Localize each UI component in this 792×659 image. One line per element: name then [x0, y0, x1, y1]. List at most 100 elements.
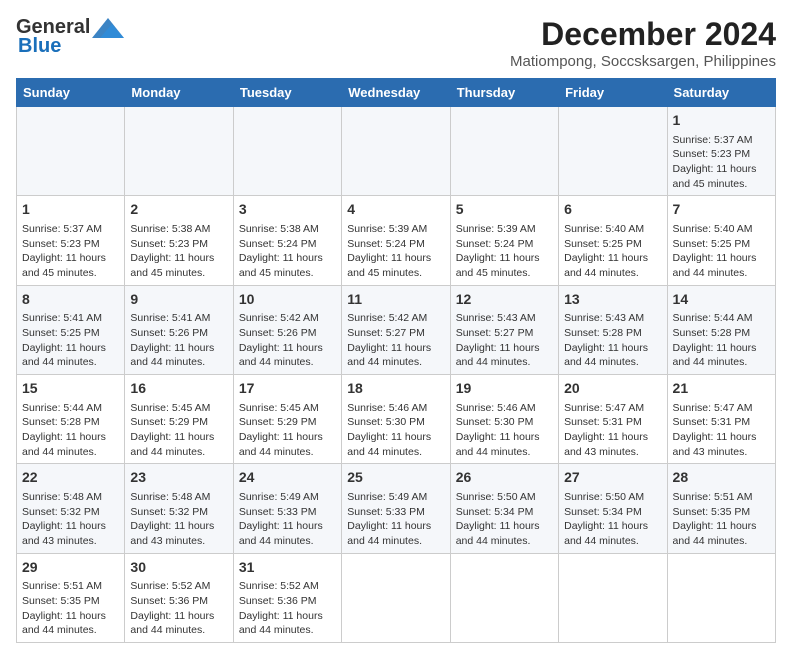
- day-number: 4: [347, 200, 444, 220]
- day-number: 2: [130, 200, 227, 220]
- day-number: 30: [130, 558, 227, 578]
- day-info: Sunrise: 5:52 AM Sunset: 5:36 PM Dayligh…: [239, 579, 336, 638]
- day-number: 25: [347, 468, 444, 488]
- day-info: Sunrise: 5:45 AM Sunset: 5:29 PM Dayligh…: [130, 401, 227, 460]
- day-number: 29: [22, 558, 119, 578]
- day-info: Sunrise: 5:42 AM Sunset: 5:27 PM Dayligh…: [347, 311, 444, 370]
- day-number: 7: [673, 200, 770, 220]
- day-info: Sunrise: 5:49 AM Sunset: 5:33 PM Dayligh…: [347, 490, 444, 549]
- day-number: 28: [673, 468, 770, 488]
- calendar-cell: 26Sunrise: 5:50 AM Sunset: 5:34 PM Dayli…: [450, 464, 558, 553]
- calendar-cell: 9Sunrise: 5:41 AM Sunset: 5:26 PM Daylig…: [125, 285, 233, 374]
- calendar-cell: 11Sunrise: 5:42 AM Sunset: 5:27 PM Dayli…: [342, 285, 450, 374]
- header-sunday: Sunday: [17, 79, 125, 107]
- day-info: Sunrise: 5:49 AM Sunset: 5:33 PM Dayligh…: [239, 490, 336, 549]
- day-number: 22: [22, 468, 119, 488]
- day-info: Sunrise: 5:48 AM Sunset: 5:32 PM Dayligh…: [22, 490, 119, 549]
- calendar-cell: 16Sunrise: 5:45 AM Sunset: 5:29 PM Dayli…: [125, 375, 233, 464]
- day-number: 24: [239, 468, 336, 488]
- calendar-week-1: 1Sunrise: 5:37 AM Sunset: 5:23 PM Daylig…: [17, 107, 776, 196]
- calendar-cell: [450, 553, 558, 642]
- calendar-cell: 15Sunrise: 5:44 AM Sunset: 5:28 PM Dayli…: [17, 375, 125, 464]
- logo-icon: [92, 18, 124, 38]
- day-number: 21: [673, 379, 770, 399]
- calendar-cell: 22Sunrise: 5:48 AM Sunset: 5:32 PM Dayli…: [17, 464, 125, 553]
- day-info: Sunrise: 5:37 AM Sunset: 5:23 PM Dayligh…: [673, 133, 770, 192]
- calendar-cell: 1Sunrise: 5:37 AM Sunset: 5:23 PM Daylig…: [667, 107, 775, 196]
- calendar-cell: 13Sunrise: 5:43 AM Sunset: 5:28 PM Dayli…: [559, 285, 667, 374]
- day-number: 5: [456, 200, 553, 220]
- day-number: 12: [456, 290, 553, 310]
- calendar-cell: [17, 107, 125, 196]
- day-number: 26: [456, 468, 553, 488]
- day-number: 8: [22, 290, 119, 310]
- day-info: Sunrise: 5:42 AM Sunset: 5:26 PM Dayligh…: [239, 311, 336, 370]
- calendar-cell: 24Sunrise: 5:49 AM Sunset: 5:33 PM Dayli…: [233, 464, 341, 553]
- calendar-cell: 6Sunrise: 5:40 AM Sunset: 5:25 PM Daylig…: [559, 196, 667, 285]
- calendar-cell: [233, 107, 341, 196]
- calendar-cell: 3Sunrise: 5:38 AM Sunset: 5:24 PM Daylig…: [233, 196, 341, 285]
- day-number: 13: [564, 290, 661, 310]
- header-thursday: Thursday: [450, 79, 558, 107]
- header-wednesday: Wednesday: [342, 79, 450, 107]
- calendar-cell: 4Sunrise: 5:39 AM Sunset: 5:24 PM Daylig…: [342, 196, 450, 285]
- header-saturday: Saturday: [667, 79, 775, 107]
- day-info: Sunrise: 5:43 AM Sunset: 5:28 PM Dayligh…: [564, 311, 661, 370]
- day-info: Sunrise: 5:41 AM Sunset: 5:26 PM Dayligh…: [130, 311, 227, 370]
- calendar-cell: 30Sunrise: 5:52 AM Sunset: 5:36 PM Dayli…: [125, 553, 233, 642]
- day-info: Sunrise: 5:47 AM Sunset: 5:31 PM Dayligh…: [564, 401, 661, 460]
- day-info: Sunrise: 5:40 AM Sunset: 5:25 PM Dayligh…: [673, 222, 770, 281]
- day-info: Sunrise: 5:37 AM Sunset: 5:23 PM Dayligh…: [22, 222, 119, 281]
- page-title: December 2024: [510, 16, 776, 53]
- day-number: 10: [239, 290, 336, 310]
- calendar-cell: 31Sunrise: 5:52 AM Sunset: 5:36 PM Dayli…: [233, 553, 341, 642]
- calendar-week-6: 29Sunrise: 5:51 AM Sunset: 5:35 PM Dayli…: [17, 553, 776, 642]
- day-info: Sunrise: 5:52 AM Sunset: 5:36 PM Dayligh…: [130, 579, 227, 638]
- calendar-cell: 2Sunrise: 5:38 AM Sunset: 5:23 PM Daylig…: [125, 196, 233, 285]
- logo: General Blue: [16, 16, 124, 58]
- day-info: Sunrise: 5:50 AM Sunset: 5:34 PM Dayligh…: [456, 490, 553, 549]
- day-number: 27: [564, 468, 661, 488]
- calendar-cell: 29Sunrise: 5:51 AM Sunset: 5:35 PM Dayli…: [17, 553, 125, 642]
- day-number: 17: [239, 379, 336, 399]
- day-info: Sunrise: 5:44 AM Sunset: 5:28 PM Dayligh…: [673, 311, 770, 370]
- day-number: 18: [347, 379, 444, 399]
- page-subtitle: Matiompong, Soccsksargen, Philippines: [510, 53, 776, 70]
- day-info: Sunrise: 5:38 AM Sunset: 5:23 PM Dayligh…: [130, 222, 227, 281]
- calendar-cell: [667, 553, 775, 642]
- day-info: Sunrise: 5:51 AM Sunset: 5:35 PM Dayligh…: [22, 579, 119, 638]
- day-info: Sunrise: 5:44 AM Sunset: 5:28 PM Dayligh…: [22, 401, 119, 460]
- day-info: Sunrise: 5:39 AM Sunset: 5:24 PM Dayligh…: [456, 222, 553, 281]
- calendar-week-4: 15Sunrise: 5:44 AM Sunset: 5:28 PM Dayli…: [17, 375, 776, 464]
- calendar-cell: 8Sunrise: 5:41 AM Sunset: 5:25 PM Daylig…: [17, 285, 125, 374]
- day-number: 31: [239, 558, 336, 578]
- calendar-cell: [342, 107, 450, 196]
- day-number: 19: [456, 379, 553, 399]
- day-info: Sunrise: 5:46 AM Sunset: 5:30 PM Dayligh…: [456, 401, 553, 460]
- day-number: 3: [239, 200, 336, 220]
- calendar-cell: 10Sunrise: 5:42 AM Sunset: 5:26 PM Dayli…: [233, 285, 341, 374]
- calendar-cell: [559, 553, 667, 642]
- calendar-week-2: 1Sunrise: 5:37 AM Sunset: 5:23 PM Daylig…: [17, 196, 776, 285]
- day-info: Sunrise: 5:46 AM Sunset: 5:30 PM Dayligh…: [347, 401, 444, 460]
- calendar-cell: 14Sunrise: 5:44 AM Sunset: 5:28 PM Dayli…: [667, 285, 775, 374]
- day-number: 1: [22, 200, 119, 220]
- day-info: Sunrise: 5:47 AM Sunset: 5:31 PM Dayligh…: [673, 401, 770, 460]
- calendar-cell: 20Sunrise: 5:47 AM Sunset: 5:31 PM Dayli…: [559, 375, 667, 464]
- calendar-cell: 7Sunrise: 5:40 AM Sunset: 5:25 PM Daylig…: [667, 196, 775, 285]
- day-info: Sunrise: 5:50 AM Sunset: 5:34 PM Dayligh…: [564, 490, 661, 549]
- day-number: 14: [673, 290, 770, 310]
- calendar-cell: 25Sunrise: 5:49 AM Sunset: 5:33 PM Dayli…: [342, 464, 450, 553]
- day-info: Sunrise: 5:38 AM Sunset: 5:24 PM Dayligh…: [239, 222, 336, 281]
- calendar-cell: 5Sunrise: 5:39 AM Sunset: 5:24 PM Daylig…: [450, 196, 558, 285]
- logo-blue: Blue: [18, 35, 61, 58]
- day-info: Sunrise: 5:40 AM Sunset: 5:25 PM Dayligh…: [564, 222, 661, 281]
- day-number: 1: [673, 111, 770, 131]
- calendar-table: SundayMondayTuesdayWednesdayThursdayFrid…: [16, 78, 776, 643]
- calendar-cell: 19Sunrise: 5:46 AM Sunset: 5:30 PM Dayli…: [450, 375, 558, 464]
- calendar-cell: 1Sunrise: 5:37 AM Sunset: 5:23 PM Daylig…: [17, 196, 125, 285]
- calendar-week-3: 8Sunrise: 5:41 AM Sunset: 5:25 PM Daylig…: [17, 285, 776, 374]
- day-number: 6: [564, 200, 661, 220]
- calendar-cell: 27Sunrise: 5:50 AM Sunset: 5:34 PM Dayli…: [559, 464, 667, 553]
- day-number: 16: [130, 379, 227, 399]
